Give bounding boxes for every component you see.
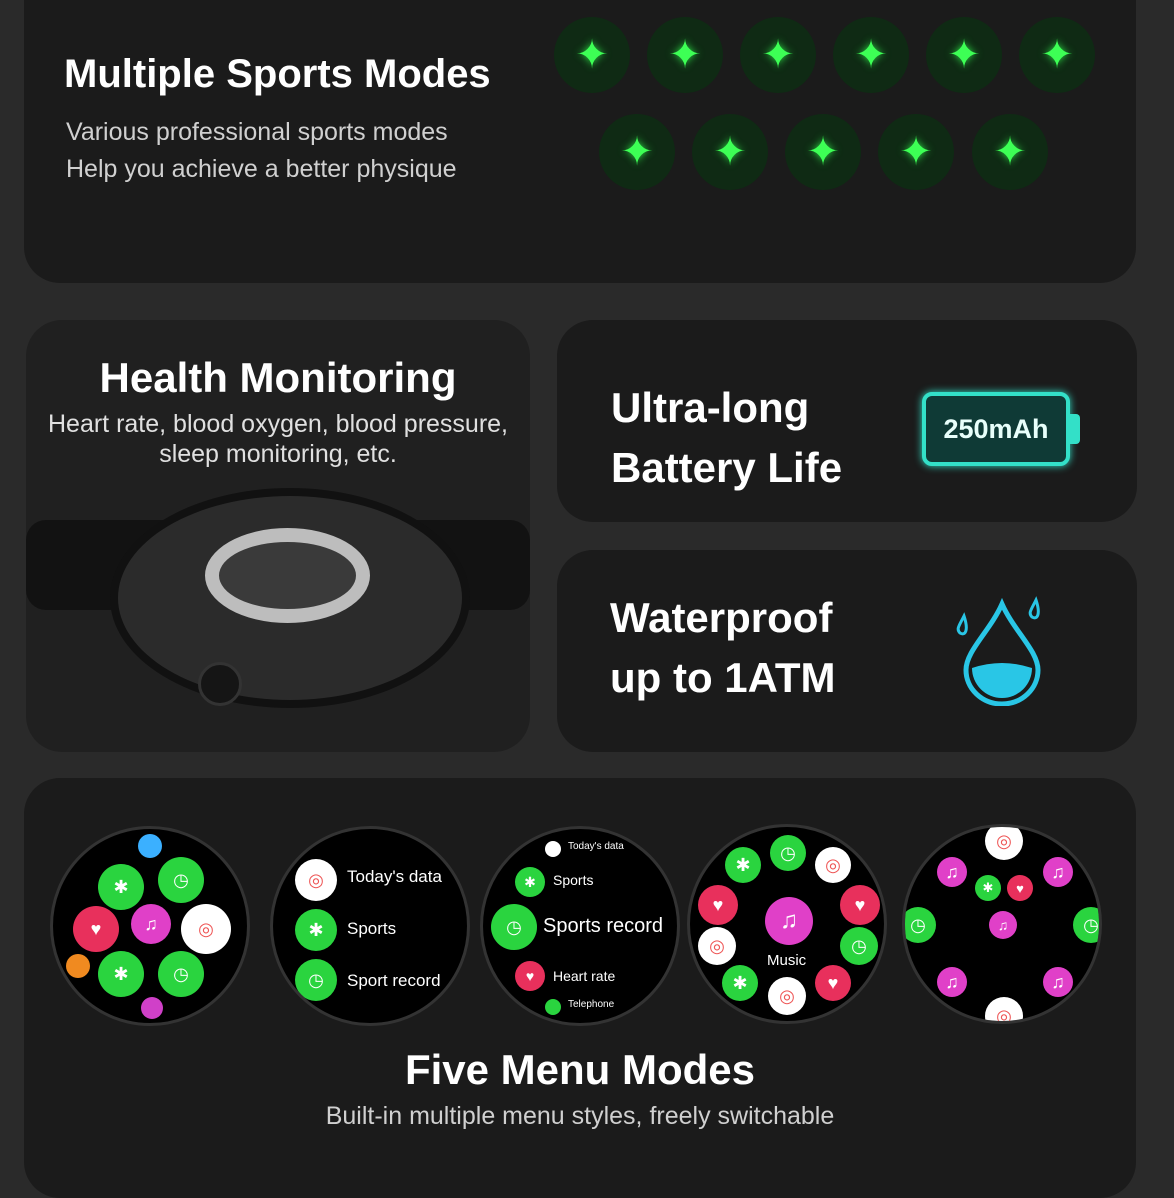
- watch-sensor: [205, 528, 370, 623]
- rowing-icon: ✦: [878, 114, 954, 190]
- battery-icon: 250mAh: [922, 392, 1070, 466]
- heart-rate-app-icon: ♥: [73, 906, 119, 952]
- music-label: Music: [767, 952, 807, 969]
- sports-app-icon: ✱: [98, 864, 144, 910]
- today-data-app-icon: ◎: [768, 977, 806, 1015]
- menu-sport-record: Sport record: [347, 971, 441, 990]
- music-app-icon: ♫: [131, 904, 171, 944]
- martial-arts-icon: ✦: [785, 114, 861, 190]
- small-app-icon: [138, 834, 162, 858]
- today-data-app-icon: ◎: [985, 997, 1023, 1021]
- water-drop-icon: [956, 596, 1041, 706]
- today-data-icon: ◎: [295, 859, 337, 901]
- battery-capacity: 250mAh: [943, 413, 1049, 444]
- hiking-icon: ✦: [1019, 17, 1095, 93]
- baseball-icon: ✦: [647, 17, 723, 93]
- clock-app-icon: ◷: [770, 835, 806, 871]
- watch-crown: [198, 662, 242, 706]
- sports-line2: Help you achieve a better physique: [66, 155, 457, 183]
- weightlifting-icon: ✦: [554, 17, 630, 93]
- battery-line2: Battery Life: [611, 444, 843, 491]
- battery-line1: Ultra-long: [611, 384, 810, 431]
- heart-rate-app-icon: ♥: [698, 885, 738, 925]
- sports-app-icon: ✱: [722, 965, 758, 1001]
- menu-today-data: Today's data: [568, 841, 624, 852]
- heart-rate-icon: ♥: [515, 961, 545, 991]
- stretching-icon: ✦: [692, 114, 768, 190]
- battery-tip: [1070, 414, 1080, 444]
- menus-title: Five Menu Modes: [404, 1046, 756, 1093]
- small-app-icon: [66, 954, 90, 978]
- dance-icon: ✦: [599, 114, 675, 190]
- water-line2: up to 1ATM: [610, 654, 836, 701]
- music-app-icon: ♫: [765, 897, 813, 945]
- music-app-icon: ♫: [989, 911, 1017, 939]
- today-data-icon: [545, 841, 561, 857]
- cycling-icon: ✦: [972, 114, 1048, 190]
- music-app-icon: ♫: [1043, 857, 1073, 887]
- telephone-icon: [545, 999, 561, 1015]
- water-panel: [557, 550, 1137, 752]
- heart-rate-app-icon: ♥: [815, 965, 851, 1001]
- sports-app-icon: ✱: [725, 847, 761, 883]
- menu-today-data: Today's data: [347, 867, 442, 886]
- water-line1: Waterproof: [610, 594, 833, 641]
- today-data-app-icon: ◎: [985, 827, 1023, 860]
- menu-telephone: Telephone: [568, 999, 615, 1010]
- today-data-app-icon: ◎: [181, 904, 231, 954]
- heart-rate-app-icon: ♥: [840, 885, 880, 925]
- health-line2: sleep monitoring, etc.: [159, 440, 397, 468]
- hula-hoop-icon: ✦: [740, 17, 816, 93]
- watch-face-honeycomb: ◎ ♫ ♫ ✱ ♥ ◷ ♫ ◷ ♫ ♫ ◎: [902, 824, 1102, 1024]
- menus-subtitle: Built-in multiple menu styles, freely sw…: [325, 1102, 835, 1130]
- clock-app-icon: ◷: [158, 951, 204, 997]
- sports-icon: ✱: [295, 909, 337, 951]
- small-app-icon: [141, 997, 163, 1019]
- sports-app-icon: ✱: [98, 951, 144, 997]
- music-app-icon: ♫: [937, 857, 967, 887]
- music-app-icon: ♫: [937, 967, 967, 997]
- stair-climber-icon: ✦: [833, 17, 909, 93]
- menu-sports: Sports: [553, 872, 594, 888]
- health-title: Health Monitoring: [99, 354, 457, 401]
- sports-app-icon: ✱: [975, 875, 1001, 901]
- watch-face-list: ◎ Today's data ✱ Sports ◷ Sport record: [270, 826, 470, 1026]
- heart-rate-app-icon: ♥: [1007, 875, 1033, 901]
- menu-heart-rate: Heart rate: [553, 968, 616, 984]
- watch-face-scroll: Today's data ✱ Sports ◷ Sports record ♥ …: [480, 826, 680, 1026]
- sports-icon: ✱: [515, 867, 545, 897]
- menu-sports-record: Sports record: [543, 915, 664, 937]
- health-line1: Heart rate, blood oxygen, blood pressure…: [48, 410, 508, 438]
- today-data-app-icon: ◎: [698, 927, 736, 965]
- sports-title: Multiple Sports Modes: [64, 52, 491, 96]
- sports-record-icon: ◷: [491, 904, 537, 950]
- sport-record-icon: ◷: [295, 959, 337, 1001]
- clock-app-icon: ◷: [1073, 907, 1099, 943]
- menu-sports: Sports: [347, 919, 397, 938]
- clock-app-icon: ◷: [158, 857, 204, 903]
- watch-face-bubble: ✱ ◷ ◎ ♥ ♫ ♥ ◎ ◷ Music ✱ ◎ ♥: [687, 824, 887, 1024]
- clock-app-icon: ◷: [840, 927, 878, 965]
- sports-line1: Various professional sports modes: [66, 118, 448, 146]
- today-data-app-icon: ◎: [815, 847, 851, 883]
- watch-face-grid: ✱ ◷ ♥ ♫ ◎ ✱ ◷: [50, 826, 250, 1026]
- music-app-icon: ♫: [1043, 967, 1073, 997]
- clock-app-icon: ◷: [905, 907, 936, 943]
- barbell-icon: ✦: [926, 17, 1002, 93]
